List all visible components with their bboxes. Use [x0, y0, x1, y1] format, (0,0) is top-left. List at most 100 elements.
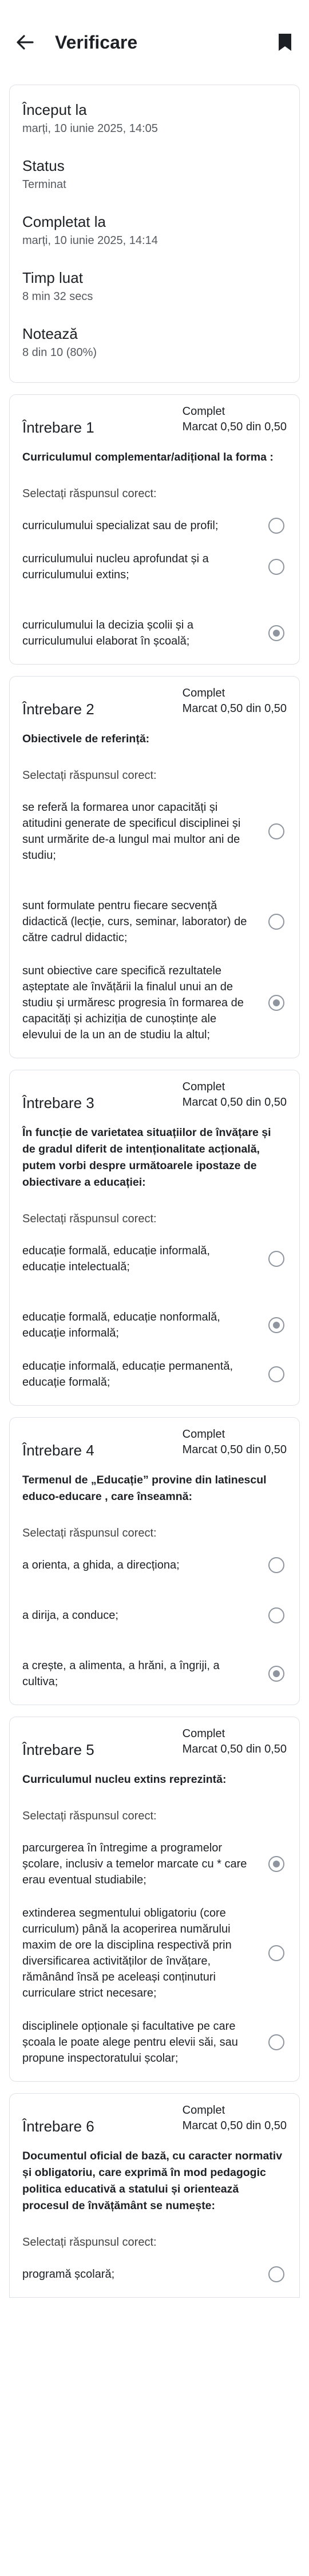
question-card: Întrebare 2 Complet Marcat 0,50 din 0,50…: [9, 676, 300, 1058]
question-status: Complet Marcat 0,50 din 0,50: [183, 1427, 287, 1458]
radio-button-selected[interactable]: [268, 995, 284, 1011]
question-card: Întrebare 4 Complet Marcat 0,50 din 0,50…: [9, 1417, 300, 1705]
answer-option[interactable]: programă școlară;: [22, 2266, 287, 2282]
question-prompt: Selectați răspunsul corect:: [22, 1213, 157, 1225]
summary-label: Început la: [22, 101, 87, 118]
question-text: Curriculumul nucleu extins reprezintă:: [22, 1773, 227, 1786]
question-title: Întrebare 5: [22, 1741, 94, 1758]
radio-button[interactable]: [268, 823, 284, 839]
summary-label: Completat la: [22, 213, 106, 230]
question-state: Complet: [182, 687, 225, 699]
answer-option-text: extinderea segmentului obligatoriu (core…: [22, 1907, 232, 1999]
radio-button-selected[interactable]: [268, 1666, 284, 1682]
question-card: Întrebare 5 Complet Marcat 0,50 din 0,50…: [9, 1717, 300, 2082]
bookmark-icon[interactable]: [274, 30, 296, 55]
answer-option[interactable]: a crește, a alimenta, a hrăni, a îngriji…: [22, 1658, 287, 1690]
answer-option-text: educație formală, educație informală, ed…: [22, 1245, 210, 1273]
question-card: Întrebare 6 Complet Marcat 0,50 din 0,50…: [9, 2093, 300, 2298]
answer-option[interactable]: educație formală, educație informală, ed…: [22, 1243, 287, 1275]
question-status: Complet Marcat 0,50 din 0,50: [183, 404, 287, 435]
question-state: Complet: [182, 1727, 225, 1740]
question-mark: Marcat 0,50 din 0,50: [182, 702, 287, 715]
radio-button[interactable]: [268, 1366, 284, 1382]
answer-option[interactable]: a orienta, a ghida, a direcționa;: [22, 1557, 287, 1573]
question-text: Obiectivele de referință:: [22, 733, 150, 745]
question-text: Documentul oficial de bază, cu caracter …: [22, 2150, 283, 2212]
summary-value: marți, 10 iunie 2025, 14:14: [22, 234, 158, 247]
question-prompt: Selectați răspunsul corect:: [22, 1527, 157, 1539]
radio-button[interactable]: [268, 559, 284, 575]
radio-button[interactable]: [268, 2034, 284, 2050]
question-status: Complet Marcat 0,50 din 0,50: [183, 2103, 287, 2134]
radio-button-selected[interactable]: [268, 1856, 284, 1872]
radio-button[interactable]: [268, 1945, 284, 1961]
question-status: Complet Marcat 0,50 din 0,50: [183, 1079, 287, 1110]
question-status: Complet Marcat 0,50 din 0,50: [183, 1726, 287, 1757]
question-title: Întrebare 1: [22, 419, 94, 436]
question-state: Complet: [182, 2104, 225, 2117]
question-prompt: Selectați răspunsul corect:: [22, 1810, 157, 1822]
answer-option-text: sunt formulate pentru fiecare secvență d…: [22, 899, 247, 944]
radio-button[interactable]: [268, 1607, 284, 1623]
summary-status: Status Terminat: [22, 147, 287, 203]
question-mark: Marcat 0,50 din 0,50: [182, 1096, 287, 1109]
summary-started: Început la marți, 10 iunie 2025, 14:05: [22, 91, 287, 147]
answer-option-text: sunt obiective care specifică rezultatel…: [22, 965, 244, 1041]
radio-button[interactable]: [268, 1251, 284, 1267]
answer-option[interactable]: a dirija, a conduce;: [22, 1607, 287, 1623]
answer-option-text: curriculumului la decizia școlii și a cu…: [22, 619, 193, 647]
radio-button[interactable]: [268, 2266, 284, 2282]
question-prompt: Selectați răspunsul corect:: [22, 487, 157, 500]
answer-option-text: programă școlară;: [22, 2268, 115, 2281]
summary-label: Notează: [22, 325, 78, 342]
radio-button-selected[interactable]: [268, 625, 284, 641]
answer-option[interactable]: curriculumului la decizia școlii și a cu…: [22, 617, 287, 649]
radio-button[interactable]: [268, 518, 284, 534]
answer-option[interactable]: disciplinele opționale și facultative pe…: [22, 2018, 287, 2066]
answer-option-text: parcurgerea în întregime a programelor ș…: [22, 1842, 247, 1886]
question-mark: Marcat 0,50 din 0,50: [182, 1743, 287, 1755]
answer-option-text: educație formală, educație nonformală, e…: [22, 1311, 220, 1339]
question-title: Întrebare 2: [22, 701, 94, 718]
answer-option-text: disciplinele opționale și facultative pe…: [22, 2020, 238, 2065]
radio-button[interactable]: [268, 1557, 284, 1573]
answer-option[interactable]: sunt obiective care specifică rezultatel…: [22, 963, 287, 1043]
question-title: Întrebare 3: [22, 1094, 94, 1111]
answer-option[interactable]: curriculumului nucleu aprofundat și a cu…: [22, 551, 287, 583]
question-card: Întrebare 1 Complet Marcat 0,50 din 0,50…: [9, 394, 300, 665]
answer-option-text: se referă la formarea unor capacități și…: [22, 801, 241, 862]
question-text: Termenul de „Educație” provine din latin…: [22, 1474, 267, 1503]
answer-option[interactable]: extinderea segmentului obligatoriu (core…: [22, 1905, 287, 2001]
summary-value: 8 din 10 (80%): [22, 346, 97, 359]
question-state: Complet: [182, 1081, 225, 1093]
answer-option[interactable]: curriculumului specializat sau de profil…: [22, 518, 287, 534]
summary-value: Terminat: [22, 178, 66, 191]
summary-completed: Completat la marți, 10 iunie 2025, 14:14: [22, 203, 287, 259]
answer-option[interactable]: educație formală, educație nonformală, e…: [22, 1309, 287, 1341]
summary-label: Timp luat: [22, 269, 83, 286]
answer-option-text: a orienta, a ghida, a direcționa;: [22, 1559, 180, 1571]
radio-button[interactable]: [268, 914, 284, 930]
answer-option[interactable]: sunt formulate pentru fiecare secvență d…: [22, 898, 287, 946]
page-title: Verificare: [55, 31, 138, 53]
summary-value: 8 min 32 secs: [22, 290, 93, 303]
answer-option[interactable]: educație informală, educație permanentă,…: [22, 1358, 287, 1390]
answer-option-text: curriculumului nucleu aprofundat și a cu…: [22, 553, 209, 581]
answer-option[interactable]: se referă la formarea unor capacități și…: [22, 799, 287, 863]
question-prompt: Selectați răspunsul corect:: [22, 2236, 157, 2249]
answer-option[interactable]: parcurgerea în întregime a programelor ș…: [22, 1840, 287, 1888]
question-text: Curriculumul complementar/adițional la f…: [22, 451, 274, 463]
question-title: Întrebare 4: [22, 1442, 94, 1459]
summary-value: marți, 10 iunie 2025, 14:05: [22, 122, 158, 135]
question-mark: Marcat 0,50 din 0,50: [182, 2119, 287, 2132]
radio-button-selected[interactable]: [268, 1317, 284, 1333]
app-bar: Verificare: [0, 0, 309, 85]
question-prompt: Selectați răspunsul corect:: [22, 769, 157, 782]
question-status: Complet Marcat 0,50 din 0,50: [183, 686, 287, 717]
question-state: Complet: [182, 1428, 225, 1441]
back-arrow-icon[interactable]: [13, 30, 38, 55]
answer-option-text: curriculumului specializat sau de profil…: [22, 519, 219, 532]
answer-option-text: a dirija, a conduce;: [22, 1609, 118, 1622]
question-mark: Marcat 0,50 din 0,50: [182, 1443, 287, 1456]
answer-option-text: a crește, a alimenta, a hrăni, a îngriji…: [22, 1659, 220, 1688]
